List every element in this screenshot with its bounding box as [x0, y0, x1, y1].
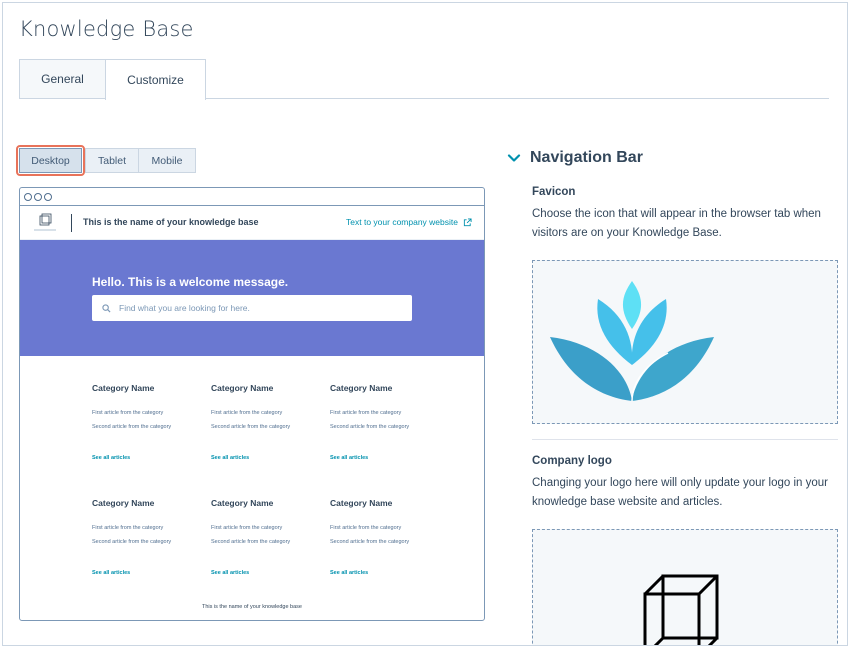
search-icon [102, 303, 111, 313]
company-website-link[interactable]: Text to your company website [346, 217, 472, 227]
kb-name: This is the name of your knowledge base [83, 217, 259, 227]
desktop-view-button[interactable]: Desktop [16, 145, 85, 176]
window-dot-icon [24, 192, 32, 201]
tab-customize[interactable]: Customize [105, 59, 206, 100]
article-link[interactable]: First article from the category [92, 410, 163, 416]
kb-footer: This is the name of your knowledge base [202, 604, 302, 610]
browser-window-bar [20, 188, 484, 206]
see-all-articles-link[interactable]: See all articles [330, 570, 368, 576]
article-link[interactable]: First article from the category [211, 410, 282, 416]
company-logo-description: Changing your logo here will only update… [532, 477, 828, 508]
external-link-icon [463, 217, 472, 226]
category-name[interactable]: Category Name [92, 498, 154, 508]
cube-logo-icon [643, 574, 719, 645]
window-dot-icon [44, 192, 52, 201]
favicon-description: Choose the icon that will appear in the … [532, 208, 821, 239]
article-link[interactable]: Second article from the category [211, 424, 290, 430]
chevron-down-icon [507, 154, 521, 162]
category-name[interactable]: Category Name [211, 498, 273, 508]
see-all-articles-link[interactable]: See all articles [330, 455, 368, 461]
category-name[interactable]: Category Name [330, 498, 392, 508]
welcome-message: Hello. This is a welcome message. [92, 275, 289, 289]
category-name[interactable]: Category Name [92, 383, 154, 393]
article-link[interactable]: Second article from the category [92, 424, 171, 430]
search-placeholder: Find what you are looking for here. [119, 303, 250, 313]
tab-general[interactable]: General [19, 59, 106, 98]
welcome-hero: Hello. This is a welcome message. Find w… [20, 240, 484, 356]
category-name[interactable]: Category Name [330, 383, 392, 393]
mobile-view-button[interactable]: Mobile [139, 148, 196, 173]
device-toggle: Desktop Tablet Mobile [16, 145, 196, 176]
article-link[interactable]: Second article from the category [330, 539, 409, 545]
page-title: Knowledge Base [19, 17, 194, 41]
see-all-articles-link[interactable]: See all articles [211, 570, 249, 576]
company-logo-label: Company logo [532, 455, 612, 467]
lotus-favicon-icon [550, 281, 714, 402]
article-link[interactable]: Second article from the category [92, 539, 171, 545]
company-website-link-text: Text to your company website [346, 217, 458, 227]
knowledge-base-preview: This is the name of your knowledge base … [19, 187, 485, 621]
see-all-articles-link[interactable]: See all articles [92, 455, 130, 461]
kb-search-input[interactable]: Find what you are looking for here. [92, 295, 412, 321]
tablet-view-button[interactable]: Tablet [85, 148, 139, 173]
knowledge-base-settings-page: Knowledge Base General Customize Desktop… [2, 2, 848, 646]
article-link[interactable]: Second article from the category [330, 424, 409, 430]
kb-logo-icon [34, 213, 56, 231]
settings-tabs: General Customize [19, 59, 829, 100]
article-link[interactable]: First article from the category [92, 525, 163, 531]
category-name[interactable]: Category Name [211, 383, 273, 393]
article-link[interactable]: First article from the category [330, 525, 401, 531]
article-link[interactable]: First article from the category [330, 410, 401, 416]
favicon-upload-area[interactable] [532, 260, 838, 424]
section-title: Navigation Bar [530, 149, 643, 166]
header-divider [71, 214, 72, 232]
favicon-label: Favicon [532, 186, 576, 198]
company-logo-upload-area[interactable] [532, 529, 838, 645]
see-all-articles-link[interactable]: See all articles [92, 570, 130, 576]
kb-header: This is the name of your knowledge base … [20, 206, 484, 240]
article-link[interactable]: Second article from the category [211, 539, 290, 545]
navigation-bar-toggle[interactable]: Navigation Bar [507, 149, 643, 167]
window-dot-icon [34, 192, 42, 201]
article-link[interactable]: First article from the category [211, 525, 282, 531]
section-divider [532, 439, 838, 440]
see-all-articles-link[interactable]: See all articles [211, 455, 249, 461]
